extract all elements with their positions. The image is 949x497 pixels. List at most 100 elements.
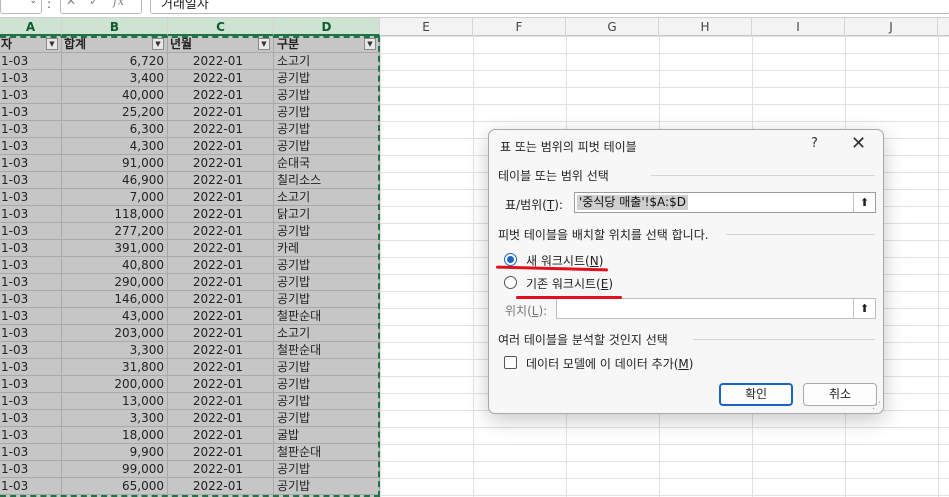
- table-cell[interactable]: 118,000: [62, 206, 168, 223]
- help-icon[interactable]: ?: [811, 136, 818, 151]
- table-cell[interactable]: 순대국: [274, 155, 380, 172]
- table-cell[interactable]: 2022-01: [168, 189, 274, 206]
- collapse-range-icon[interactable]: ⬆: [853, 193, 875, 212]
- column-header-g[interactable]: G: [566, 18, 659, 36]
- table-cell[interactable]: 1-03: [0, 308, 62, 325]
- table-cell[interactable]: 카레: [274, 240, 380, 257]
- table-cell[interactable]: 굴밥: [274, 427, 380, 444]
- header-cell[interactable]: 년월 ▼: [168, 36, 274, 53]
- table-cell[interactable]: 2022-01: [168, 325, 274, 342]
- table-cell[interactable]: 1-03: [0, 87, 62, 104]
- table-cell[interactable]: 290,000: [62, 274, 168, 291]
- table-cell[interactable]: 6,720: [62, 53, 168, 70]
- table-cell[interactable]: 1-03: [0, 240, 62, 257]
- table-cell[interactable]: 2022-01: [168, 53, 274, 70]
- table-cell[interactable]: 2022-01: [168, 444, 274, 461]
- table-cell[interactable]: 2022-01: [168, 359, 274, 376]
- cancel-icon[interactable]: ✕: [66, 0, 76, 8]
- existing-worksheet-label[interactable]: 기존 워크시트(E): [526, 275, 613, 292]
- header-cell[interactable]: 구분 ▼: [274, 36, 380, 53]
- selected-range[interactable]: 자 ▼ 합계 ▼ 년월 ▼ 구분 ▼ 1-03 6,720 2022-01 소고기 1-03 3,…: [0, 36, 380, 497]
- column-header-j[interactable]: J: [845, 18, 938, 36]
- location-input[interactable]: ⬆: [556, 298, 876, 319]
- table-cell[interactable]: 2022-01: [168, 138, 274, 155]
- table-cell[interactable]: 277,200: [62, 223, 168, 240]
- name-box[interactable]: ⌄: [0, 0, 42, 14]
- table-cell[interactable]: 공기밥: [274, 461, 380, 478]
- table-cell[interactable]: 2022-01: [168, 376, 274, 393]
- table-cell[interactable]: 공기밥: [274, 138, 380, 155]
- table-cell[interactable]: 칠리소스: [274, 172, 380, 189]
- table-cell[interactable]: 1-03: [0, 70, 62, 87]
- table-cell[interactable]: 1-03: [0, 121, 62, 138]
- table-cell[interactable]: 3,400: [62, 70, 168, 87]
- table-cell[interactable]: 6,300: [62, 121, 168, 138]
- table-cell[interactable]: 소고기: [274, 53, 380, 70]
- filter-dropdown-icon[interactable]: ▼: [258, 38, 270, 50]
- table-cell[interactable]: 공기밥: [274, 410, 380, 427]
- filter-dropdown-icon[interactable]: ▼: [152, 38, 164, 50]
- table-cell[interactable]: 2022-01: [168, 274, 274, 291]
- table-cell[interactable]: 2022-01: [168, 223, 274, 240]
- column-header-d[interactable]: D: [274, 18, 380, 36]
- table-cell[interactable]: 65,000: [62, 478, 168, 495]
- column-header-i[interactable]: I: [752, 18, 845, 36]
- table-cell[interactable]: 2022-01: [168, 478, 274, 495]
- table-cell[interactable]: 46,900: [62, 172, 168, 189]
- table-cell[interactable]: 2022-01: [168, 393, 274, 410]
- table-cell[interactable]: 31,800: [62, 359, 168, 376]
- filter-dropdown-icon[interactable]: ▼: [364, 38, 376, 50]
- radio-new-worksheet[interactable]: [504, 253, 517, 266]
- check-icon[interactable]: ✓: [89, 0, 99, 8]
- table-cell[interactable]: 1-03: [0, 155, 62, 172]
- table-cell[interactable]: 공기밥: [274, 478, 380, 495]
- filter-dropdown-icon[interactable]: ▼: [46, 38, 58, 50]
- table-cell[interactable]: 공기밥: [274, 376, 380, 393]
- collapse-location-icon[interactable]: ⬆: [853, 299, 875, 318]
- table-cell[interactable]: 2022-01: [168, 155, 274, 172]
- table-cell[interactable]: 소고기: [274, 325, 380, 342]
- table-cell[interactable]: 공기밥: [274, 87, 380, 104]
- table-cell[interactable]: 91,000: [62, 155, 168, 172]
- close-icon[interactable]: ✕: [851, 133, 866, 154]
- resize-grip-icon[interactable]: ⋰: [872, 401, 881, 411]
- table-cell[interactable]: 1-03: [0, 478, 62, 495]
- table-cell[interactable]: 2022-01: [168, 121, 274, 138]
- table-cell[interactable]: 1-03: [0, 461, 62, 478]
- table-cell[interactable]: 7,000: [62, 189, 168, 206]
- table-cell[interactable]: 99,000: [62, 461, 168, 478]
- range-input[interactable]: '중식당 매출'!$A:$D ⬆: [574, 192, 876, 213]
- table-cell[interactable]: 3,300: [62, 342, 168, 359]
- column-header-c[interactable]: C: [168, 18, 274, 36]
- chevron-down-icon[interactable]: ⌄: [29, 0, 37, 6]
- table-cell[interactable]: 2022-01: [168, 257, 274, 274]
- table-cell[interactable]: 1-03: [0, 257, 62, 274]
- table-cell[interactable]: 25,200: [62, 104, 168, 121]
- header-cell[interactable]: 합계 ▼: [62, 36, 168, 53]
- table-cell[interactable]: 닭고기: [274, 206, 380, 223]
- table-cell[interactable]: 1-03: [0, 189, 62, 206]
- table-cell[interactable]: 2022-01: [168, 461, 274, 478]
- table-cell[interactable]: 2022-01: [168, 342, 274, 359]
- table-cell[interactable]: 공기밥: [274, 359, 380, 376]
- table-cell[interactable]: 2022-01: [168, 291, 274, 308]
- table-cell[interactable]: 소고기: [274, 189, 380, 206]
- table-cell[interactable]: 391,000: [62, 240, 168, 257]
- table-cell[interactable]: 2022-01: [168, 206, 274, 223]
- table-cell[interactable]: 40,000: [62, 87, 168, 104]
- fx-icon[interactable]: fx: [113, 0, 124, 8]
- table-cell[interactable]: 공기밥: [274, 274, 380, 291]
- table-cell[interactable]: 200,000: [62, 376, 168, 393]
- table-cell[interactable]: 40,800: [62, 257, 168, 274]
- table-cell[interactable]: 13,000: [62, 393, 168, 410]
- radio-existing-worksheet[interactable]: [504, 276, 517, 289]
- table-cell[interactable]: 2022-01: [168, 308, 274, 325]
- table-cell[interactable]: 공기밥: [274, 257, 380, 274]
- table-cell[interactable]: 1-03: [0, 206, 62, 223]
- formula-input[interactable]: 거래일자: [150, 0, 949, 14]
- table-cell[interactable]: 2022-01: [168, 172, 274, 189]
- column-header-b[interactable]: B: [62, 18, 168, 36]
- table-cell[interactable]: 1-03: [0, 325, 62, 342]
- header-cell[interactable]: 자 ▼: [0, 36, 62, 53]
- table-cell[interactable]: 공기밥: [274, 393, 380, 410]
